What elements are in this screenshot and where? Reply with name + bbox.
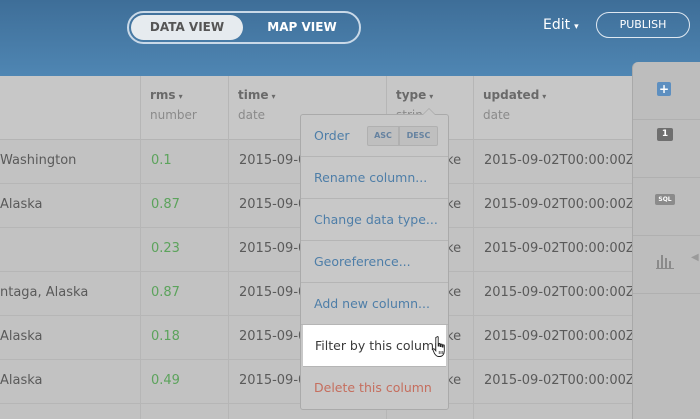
sort-asc-button[interactable]: ASC [367, 126, 399, 146]
map-view-tab[interactable]: MAP VIEW [247, 15, 357, 40]
rms-cell: 0.87 [151, 285, 180, 300]
caret-down-icon[interactable]: ▾ [179, 92, 183, 101]
column-name: time [238, 88, 269, 102]
place-cell: Alaska [0, 373, 43, 388]
updated-cell: 2015-09-02T00:00:00Z [484, 329, 635, 344]
filter-by-column-item[interactable]: Filter by this column [303, 325, 446, 367]
top-header: DATA VIEW MAP VIEW Edit ▾ PUBLISH [0, 0, 700, 76]
updated-cell: 2015-09-02T00:00:00Z [484, 285, 635, 300]
time-cell: 2015-09-0 [239, 285, 307, 300]
caret-down-icon[interactable]: ▾ [272, 92, 276, 101]
time-cell: 2015-09-0 [239, 153, 307, 168]
caret-down-icon[interactable]: ▾ [542, 92, 546, 101]
layer-number-icon: 1 [657, 128, 673, 141]
rename-column-item[interactable]: Rename column... [301, 157, 448, 199]
column-header-updated[interactable]: updated ▾ date [483, 88, 546, 122]
bar-chart-icon [656, 255, 674, 269]
time-cell: 2015-09-0 [239, 373, 307, 388]
sql-icon: SQL [655, 194, 675, 205]
publish-button[interactable]: PUBLISH [596, 12, 690, 38]
column-type: number [150, 108, 197, 122]
delete-column-item[interactable]: Delete this column [301, 367, 448, 409]
place-cell: Alaska [0, 197, 43, 212]
rms-cell: 0.1 [151, 153, 172, 168]
order-row: Order ASC DESC [301, 115, 448, 157]
updated-cell: 2015-09-02T00:00:00Z [484, 241, 635, 256]
edit-menu[interactable]: Edit ▾ [543, 17, 579, 33]
time-cell: 2015-09-0 [239, 197, 307, 212]
column-context-menu: Order ASC DESC Rename column... Change d… [300, 108, 449, 410]
sort-desc-button[interactable]: DESC [399, 126, 438, 146]
change-data-type-item[interactable]: Change data type... [301, 199, 448, 241]
georeference-item[interactable]: Georeference... [301, 241, 448, 283]
caret-down-icon: ▾ [574, 22, 579, 32]
place-cell: Washington [0, 153, 77, 168]
right-sidebar: + 1 SQL ◀ [632, 62, 700, 419]
column-header-time[interactable]: time ▾ date [238, 88, 276, 122]
updated-cell: 2015-09-02T00:00:00Z [484, 373, 635, 388]
rms-cell: 0.18 [151, 329, 180, 344]
column-name: type [396, 88, 427, 102]
plus-icon: + [657, 82, 671, 96]
chevron-left-icon[interactable]: ◀ [691, 252, 699, 263]
add-new-column-item[interactable]: Add new column... [301, 283, 448, 325]
column-header-rms[interactable]: rms ▾ number [150, 88, 197, 122]
order-label: Order [314, 128, 350, 143]
rms-cell: 0.23 [151, 241, 180, 256]
time-cell: 2015-09-0 [239, 329, 307, 344]
time-cell: 2015-09-0 [239, 241, 307, 256]
column-name: rms [150, 88, 176, 102]
view-toggle: DATA VIEW MAP VIEW [127, 11, 361, 44]
place-cell: Alaska [0, 329, 43, 344]
column-type: date [238, 108, 266, 122]
data-view-tab[interactable]: DATA VIEW [131, 15, 243, 40]
rms-cell: 0.87 [151, 197, 180, 212]
rms-cell: 0.49 [151, 373, 180, 388]
updated-cell: 2015-09-02T00:00:00Z [484, 197, 635, 212]
hand-cursor-icon [432, 336, 445, 357]
updated-cell: 2015-09-02T00:00:00Z [484, 153, 635, 168]
edit-label: Edit [543, 17, 571, 33]
sql-button[interactable] [633, 178, 700, 236]
column-name: updated [483, 88, 540, 102]
place-cell: ntaga, Alaska [0, 285, 89, 300]
column-type: date [483, 108, 511, 122]
caret-down-icon[interactable]: ▾ [429, 92, 433, 101]
